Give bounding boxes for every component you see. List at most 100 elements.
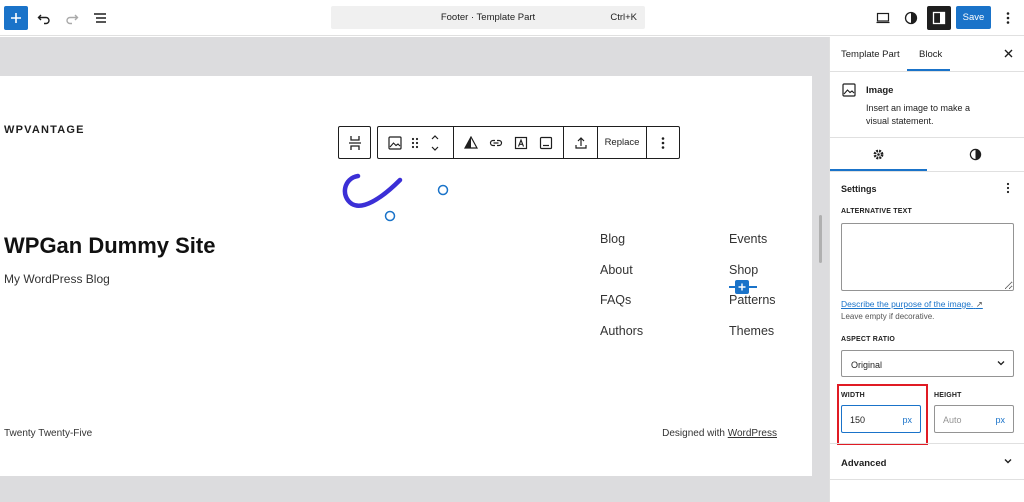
gear-icon [873, 149, 884, 159]
settings-options-button[interactable] [1006, 181, 1010, 199]
styles-button[interactable] [899, 6, 923, 30]
width-unit: px [902, 415, 912, 425]
drag-handle-icon [411, 137, 419, 148]
image-icon [842, 83, 856, 97]
divider [830, 171, 1024, 172]
template-part-icon [348, 135, 361, 150]
external-link-icon: ↗ [975, 299, 983, 309]
insert-link-button[interactable] [485, 127, 507, 158]
options-button[interactable] [996, 6, 1020, 30]
wordpress-link[interactable]: WordPress [728, 428, 777, 439]
canvas-scrollbar[interactable] [819, 215, 822, 263]
toolbar-divider [563, 127, 564, 158]
nav-link-blog[interactable]: Blog [600, 232, 625, 246]
width-value: 150 [850, 415, 866, 425]
settings-sidebar: Template Part Block Image Insert an imag… [829, 37, 1024, 502]
tab-styles[interactable] [927, 138, 1024, 170]
site-logo[interactable]: WPVANTAGE [4, 124, 85, 136]
width-input[interactable]: 150 px [841, 405, 921, 433]
caption-icon [539, 136, 553, 149]
nav-link-about[interactable]: About [600, 263, 633, 277]
site-title[interactable]: WPGan Dummy Site [4, 233, 215, 259]
chevron-down-icon[interactable] [1003, 456, 1013, 466]
tab-block[interactable]: Block [919, 49, 942, 60]
aspect-ratio-label: ASPECT RATIO [841, 336, 895, 343]
divider [830, 479, 1024, 480]
settings-heading: Settings [841, 184, 877, 194]
contrast-icon [969, 148, 982, 160]
caption-button[interactable] [535, 127, 557, 158]
advanced-panel-toggle[interactable]: Advanced [841, 458, 886, 469]
add-block-button[interactable] [4, 6, 28, 30]
move-up-down-buttons[interactable] [426, 127, 444, 158]
nav-link-shop[interactable]: Shop [729, 263, 758, 277]
nav-link-faqs[interactable]: FAQs [600, 293, 631, 307]
undo-button[interactable] [32, 6, 56, 30]
block-options-button[interactable] [652, 127, 674, 158]
sidebar-toggle-icon [932, 11, 946, 25]
upload-icon [575, 136, 587, 149]
alt-text-input[interactable] [841, 223, 1014, 291]
toolbar-divider [453, 127, 454, 158]
footer-theme-credit[interactable]: Twenty Twenty-Five [4, 428, 92, 439]
block-card-description: Insert an image to make a visual stateme… [866, 103, 971, 126]
alt-text-help-link-text: Describe the purpose of the image. [841, 299, 974, 309]
height-input[interactable]: Auto px [934, 405, 1014, 433]
link-icon [489, 139, 503, 146]
nav-link-themes[interactable]: Themes [729, 324, 774, 338]
duotone-icon [464, 135, 478, 149]
alt-text-help-note: Leave empty if decorative. [841, 312, 935, 321]
alt-text-help-link[interactable]: Describe the purpose of the image. ↗ [841, 299, 983, 310]
select-parent-block-button[interactable] [338, 126, 371, 159]
duotone-button[interactable] [460, 127, 482, 158]
alt-text-label: ALTERNATIVE TEXT [841, 208, 912, 215]
footer-designed-prefix: Designed with [662, 428, 728, 439]
height-unit: px [995, 415, 1005, 425]
toolbar-divider [597, 127, 598, 158]
command-shortcut: Ctrl+K [610, 12, 637, 23]
drag-handle[interactable] [408, 127, 422, 158]
site-tagline[interactable]: My WordPress Blog [4, 272, 110, 286]
text-overlay-icon [514, 136, 528, 149]
contrast-icon [904, 11, 918, 25]
block-card-title: Image [866, 85, 894, 96]
nav-link-patterns[interactable]: Patterns [729, 293, 776, 307]
footer-designed-with[interactable]: Designed with WordPress [662, 428, 777, 439]
document-title: Footer · Template Part [440, 12, 536, 23]
redo-button[interactable] [60, 6, 84, 30]
replace-button[interactable]: Replace [600, 127, 644, 158]
toolbar-divider [646, 127, 647, 158]
chevron-down-icon [997, 361, 1005, 366]
more-vertical-icon [1006, 182, 1010, 194]
upload-button[interactable] [570, 127, 592, 158]
aspect-ratio-select[interactable]: Original [841, 350, 1014, 377]
tab-settings[interactable] [830, 138, 927, 170]
undo-icon [37, 14, 50, 25]
more-vertical-icon [1006, 12, 1010, 24]
list-view-icon [94, 13, 106, 23]
text-overlay-button[interactable] [510, 127, 532, 158]
preview-device-button[interactable] [871, 6, 895, 30]
command-palette-button[interactable]: Footer · Template Part Ctrl+K [331, 6, 645, 29]
close-icon [1004, 49, 1012, 57]
plus-icon [11, 13, 21, 23]
nav-link-authors[interactable]: Authors [600, 324, 643, 338]
width-label: WIDTH [841, 392, 865, 399]
save-button[interactable]: Save [956, 6, 991, 29]
editor-top-bar: Footer · Template Part Ctrl+K Save [0, 0, 1024, 36]
block-type-button[interactable] [384, 127, 406, 158]
image-icon [388, 135, 402, 150]
redo-icon [66, 14, 79, 25]
nav-link-events[interactable]: Events [729, 232, 767, 246]
more-vertical-icon [661, 136, 665, 149]
plus-icon [738, 283, 746, 291]
settings-sidebar-button[interactable] [927, 6, 951, 30]
close-sidebar-button[interactable] [1000, 45, 1016, 61]
height-placeholder: Auto [943, 415, 962, 425]
tab-template-part[interactable]: Template Part [841, 49, 900, 60]
list-view-button[interactable] [88, 6, 112, 30]
aspect-ratio-value: Original [851, 360, 883, 370]
editor-canvas[interactable]: WPVANTAGE WPGan Dummy Site My WordPress … [0, 37, 829, 502]
divider [830, 443, 1024, 444]
insert-block-button[interactable] [735, 280, 749, 294]
